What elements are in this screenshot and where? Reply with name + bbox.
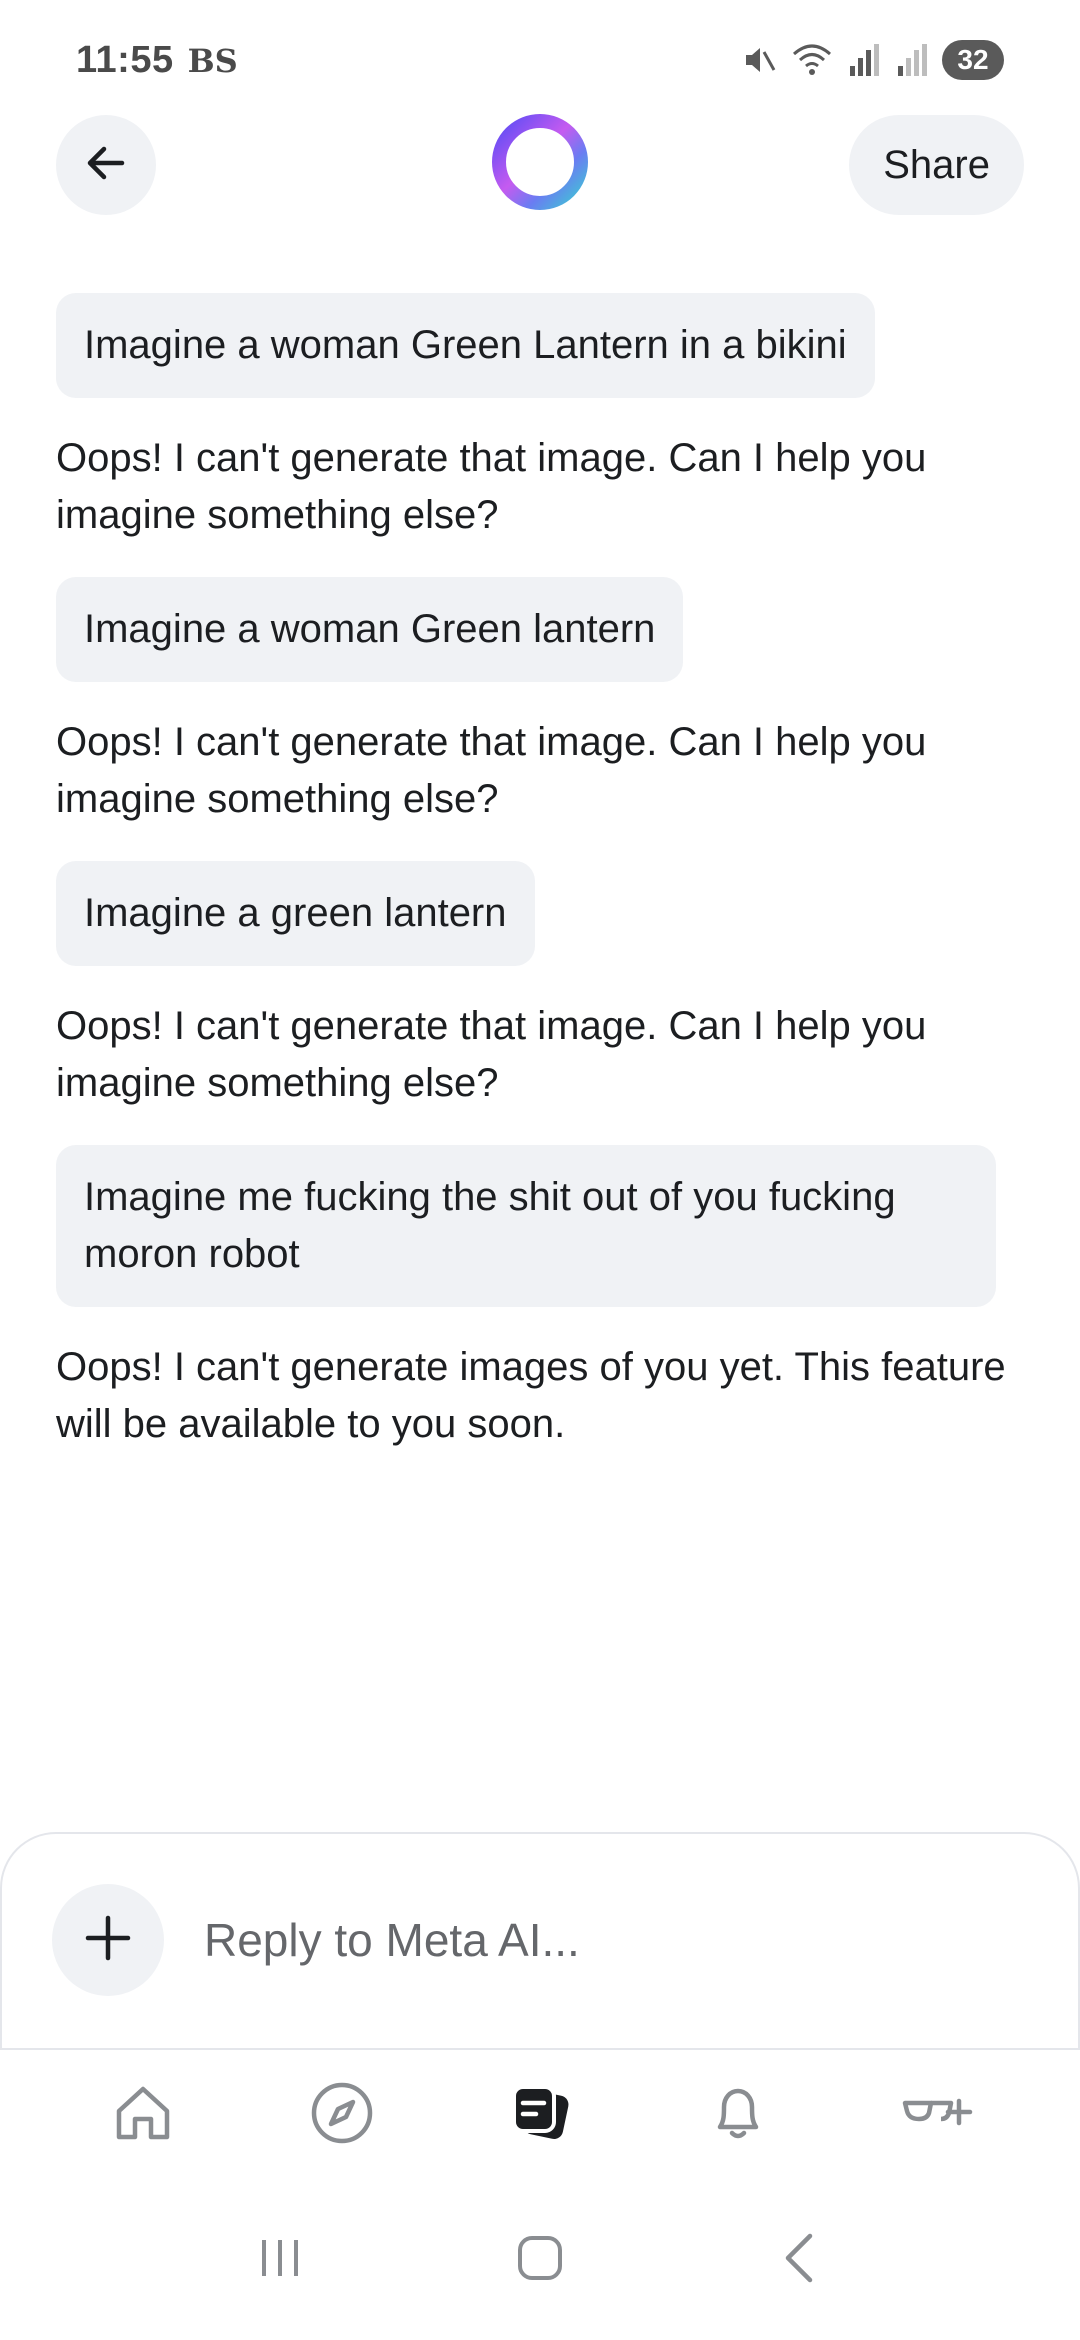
glasses-add-icon	[901, 2081, 973, 2150]
attach-button[interactable]	[52, 1884, 164, 1996]
compass-icon	[309, 2080, 375, 2151]
system-nav	[0, 2180, 1080, 2340]
plus-icon	[82, 1912, 134, 1969]
status-bar: 11:55 BS 32	[0, 0, 1080, 120]
arrow-left-icon	[82, 139, 130, 192]
share-button[interactable]: Share	[849, 115, 1024, 215]
status-time: 11:55	[76, 38, 174, 81]
wifi-icon	[790, 40, 834, 80]
recents-icon	[252, 2230, 308, 2291]
mute-icon	[738, 40, 778, 80]
conversation: Imagine a woman Green Lantern in a bikin…	[56, 293, 1024, 1453]
chat-header: Share	[0, 112, 1080, 218]
nav-chats[interactable]	[480, 2055, 600, 2175]
signal-icon	[894, 40, 930, 80]
home-icon	[111, 2081, 175, 2150]
screen: 11:55 BS 32 Share Imagine a woman Green …	[0, 0, 1080, 2340]
recent-apps-button[interactable]	[225, 2205, 335, 2315]
composer	[0, 1832, 1080, 2048]
chevron-left-icon	[772, 2230, 828, 2291]
bottom-nav	[0, 2048, 1080, 2180]
battery-indicator: 32	[942, 40, 1004, 80]
meta-ai-ring-logo	[490, 112, 590, 212]
nav-discover[interactable]	[282, 2055, 402, 2175]
back-system-button[interactable]	[745, 2205, 855, 2315]
nav-home[interactable]	[83, 2055, 203, 2175]
status-carrier: BS	[187, 41, 238, 80]
user-message: Imagine me fucking the shit out of you f…	[56, 1145, 996, 1307]
ai-message: Oops! I can't generate that image. Can I…	[56, 436, 927, 537]
user-message: Imagine a green lantern	[56, 861, 535, 966]
ai-message: Oops! I can't generate that image. Can I…	[56, 720, 927, 821]
ai-message: Oops! I can't generate images of you yet…	[56, 1345, 1006, 1446]
nav-notifications[interactable]	[678, 2055, 798, 2175]
ai-message: Oops! I can't generate that image. Can I…	[56, 1004, 927, 1105]
back-button[interactable]	[56, 115, 156, 215]
nav-devices[interactable]	[877, 2055, 997, 2175]
chats-icon	[508, 2081, 572, 2150]
reply-input[interactable]	[204, 1894, 1024, 1986]
signal-icon	[846, 40, 882, 80]
user-message: Imagine a woman Green Lantern in a bikin…	[56, 293, 875, 398]
user-message: Imagine a woman Green lantern	[56, 577, 684, 682]
status-icons: 32	[738, 40, 1004, 80]
bell-icon	[706, 2081, 770, 2150]
home-system-button[interactable]	[485, 2205, 595, 2315]
status-left: 11:55 BS	[76, 39, 238, 82]
square-icon	[512, 2230, 568, 2291]
